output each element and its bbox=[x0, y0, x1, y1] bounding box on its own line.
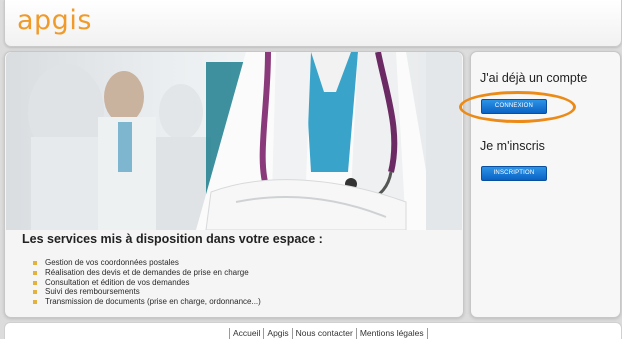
list-item: Consultation et édition de vos demandes bbox=[33, 278, 261, 288]
bullet-icon bbox=[33, 290, 37, 295]
doctors-illustration bbox=[28, 52, 462, 230]
site-footer: Accueil Apgis Nous contacter Mentions lé… bbox=[4, 322, 622, 339]
footer-link-apgis[interactable]: Apgis bbox=[263, 328, 291, 339]
apgis-logo[interactable]: apgis bbox=[17, 5, 92, 37]
bullet-icon bbox=[33, 261, 37, 265]
list-item: Transmission de documents (prise en char… bbox=[33, 297, 261, 307]
signup-heading: Je m'inscris bbox=[480, 139, 545, 153]
footer-link-contact[interactable]: Nous contacter bbox=[291, 328, 356, 339]
footer-link-accueil[interactable]: Accueil bbox=[229, 328, 263, 339]
account-panel: J'ai déjà un compte CONNEXION Je m'inscr… bbox=[470, 51, 621, 318]
footer-nav: Accueil Apgis Nous contacter Mentions lé… bbox=[229, 328, 428, 339]
login-button[interactable]: CONNEXION bbox=[481, 99, 547, 114]
list-item: Suivi des remboursements bbox=[33, 287, 261, 297]
bullet-icon bbox=[33, 270, 37, 275]
list-item-label: Réalisation des devis et de demandes de … bbox=[45, 267, 249, 277]
footer-link-legal[interactable]: Mentions légales bbox=[355, 328, 428, 339]
list-item: Gestion de vos coordonnées postales bbox=[33, 258, 261, 268]
list-item-label: Consultation et édition de vos demandes bbox=[45, 277, 190, 287]
site-header: apgis bbox=[4, 0, 622, 47]
list-item-label: Suivi des remboursements bbox=[45, 287, 140, 297]
bullet-icon bbox=[33, 280, 37, 285]
bullet-icon bbox=[33, 300, 37, 305]
list-item: Réalisation des devis et de demandes de … bbox=[33, 268, 261, 278]
hero-image bbox=[6, 52, 462, 230]
list-item-label: Transmission de documents (prise en char… bbox=[45, 297, 261, 307]
list-item-label: Gestion de vos coordonnées postales bbox=[45, 258, 179, 267]
main-panel: Les services mis à disposition dans votr… bbox=[4, 51, 464, 318]
signup-button[interactable]: INSCRIPTION bbox=[481, 166, 547, 181]
existing-account-heading: J'ai déjà un compte bbox=[480, 71, 588, 85]
services-list: Gestion de vos coordonnées postales Réal… bbox=[33, 258, 261, 307]
services-title: Les services mis à disposition dans votr… bbox=[22, 232, 323, 246]
